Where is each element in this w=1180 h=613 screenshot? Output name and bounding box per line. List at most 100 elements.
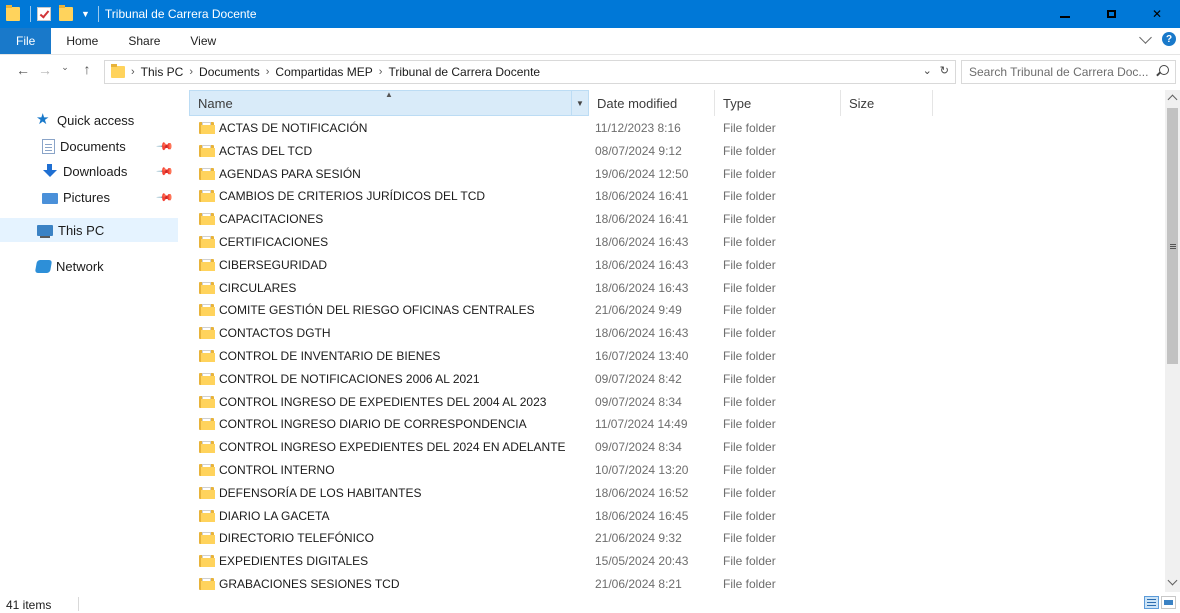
folder-icon [199, 281, 215, 294]
back-arrow-icon[interactable]: ← [12, 62, 34, 78]
file-name: DIRECTORIO TELEFÓNICO [219, 531, 374, 545]
file-row[interactable]: CONTACTOS DGTH 18/06/2024 16:43 File folde… [190, 322, 930, 344]
scrollbar-thumb[interactable] [1167, 108, 1178, 364]
file-row[interactable]: COMITE GESTIÓN DEL RIESGO OFICINAS CENTR… [190, 299, 930, 321]
file-date-modified: 08/07/2024 9:12 [595, 144, 682, 158]
nav-pictures[interactable]: Pictures 📌 [42, 185, 178, 209]
breadcrumb-this-pc[interactable]: This PC [141, 65, 184, 79]
file-row[interactable]: DIARIO LA GACETA 18/06/2024 16:45 File fol… [190, 505, 930, 527]
file-row[interactable]: ACTAS DE NOTIFICACIÓN 11/12/2023 8:16 File… [190, 117, 930, 139]
large-icons-view-icon[interactable] [1161, 596, 1176, 609]
tab-view[interactable]: View [175, 28, 231, 54]
help-icon[interactable]: ? [1162, 32, 1176, 46]
folder-icon [199, 144, 215, 157]
nav-this-pc[interactable]: This PC [0, 218, 178, 242]
tab-home[interactable]: Home [51, 28, 113, 54]
column-filter-dropdown-icon[interactable]: ▼ [571, 91, 588, 115]
file-row[interactable]: CONTROL INGRESO DIARIO DE CORRESPONDENCI… [190, 413, 930, 435]
expand-ribbon-icon[interactable] [1139, 30, 1152, 44]
file-type: File folder [723, 144, 776, 158]
file-row[interactable]: CIRCULARES 18/06/2024 16:43 File folder [190, 277, 930, 299]
file-name: GRABACIONES SESIONES TCD [219, 577, 400, 591]
column-label: Name [198, 95, 233, 111]
file-row[interactable]: CERTIFICACIONES 18/06/2024 16:43 File fold… [190, 231, 930, 253]
sort-ascending-icon: ▲ [385, 90, 393, 99]
vertical-scrollbar[interactable] [1165, 90, 1180, 592]
file-row[interactable]: DEFENSORÍA DE LOS HABITANTES 18/06/2024 1… [190, 482, 930, 504]
file-type: File folder [723, 463, 776, 477]
nav-quick-access[interactable]: ★ Quick access [36, 108, 214, 132]
file-row[interactable]: EXPEDIENTES DIGITALES 15/05/2024 20:43 Fil… [190, 550, 930, 572]
file-row[interactable]: CONTROL INTERNO 10/07/2024 13:20 File fold… [190, 459, 930, 481]
address-dropdown-icon[interactable]: ⌄ [923, 64, 932, 77]
minimize-button[interactable] [1042, 0, 1088, 28]
file-type: File folder [723, 167, 776, 181]
file-row[interactable]: CONTROL DE INVENTARIO DE BIENES 16/07/202… [190, 345, 930, 367]
file-date-modified: 18/06/2024 16:43 [595, 235, 689, 249]
file-row[interactable]: CONTROL INGRESO DE EXPEDIENTES DEL 2004 … [190, 391, 930, 413]
file-row[interactable]: DIRECTORIO TELEFÓNICO 21/06/2024 9:32 File… [190, 527, 930, 549]
column-header-type[interactable]: Type [715, 90, 841, 116]
forward-arrow-icon[interactable]: → [34, 62, 56, 78]
file-row[interactable]: CONTROL INGRESO EXPEDIENTES DEL 2024 EN … [190, 436, 930, 458]
breadcrumb-compartidas-mep[interactable]: Compartidas MEP [275, 65, 372, 79]
file-row[interactable]: CAPACITACIONES 18/06/2024 16:41 File folde… [190, 208, 930, 230]
file-row[interactable]: GRABACIONES SESIONES TCD 21/06/2024 8:21 F… [190, 573, 930, 595]
toolbar-divider [30, 6, 31, 22]
folder-icon [199, 303, 215, 316]
scroll-up-icon[interactable] [1167, 94, 1178, 105]
breadcrumb-current-folder[interactable]: Tribunal de Carrera Docente [388, 65, 540, 79]
file-type: File folder [723, 281, 776, 295]
up-arrow-icon[interactable]: ↑ [76, 61, 98, 77]
item-count: 41 items [6, 598, 52, 612]
refresh-icon[interactable]: ↻ [940, 64, 949, 77]
close-button[interactable]: ✕ [1134, 0, 1180, 28]
nav-documents[interactable]: Documents 📌 [42, 134, 178, 158]
breadcrumb-separator[interactable]: › [131, 66, 135, 78]
recent-locations-icon[interactable]: ⌄ [54, 62, 76, 73]
file-row[interactable]: CAMBIOS DE CRITERIOS JURÍDICOS DEL TCD 18… [190, 185, 930, 207]
file-row[interactable]: ACTAS DEL TCD 08/07/2024 9:12 File folder [190, 140, 930, 162]
network-icon [34, 259, 53, 273]
file-row[interactable]: CONTROL DE NOTIFICACIONES 2006 AL 2021 09… [190, 368, 930, 390]
folder-icon [199, 417, 215, 430]
properties-icon[interactable] [37, 7, 51, 21]
file-date-modified: 18/06/2024 16:41 [595, 189, 689, 203]
tab-file[interactable]: File [0, 28, 52, 54]
restore-button[interactable] [1088, 0, 1134, 28]
breadcrumb-separator[interactable]: › [189, 66, 193, 78]
file-row[interactable]: CIBERSEGURIDAD 18/06/2024 16:43 File folde… [190, 254, 930, 276]
file-date-modified: 11/07/2024 14:49 [595, 417, 688, 431]
folder-icon [199, 577, 215, 590]
column-header-size[interactable]: Size [841, 90, 933, 116]
file-date-modified: 16/07/2024 13:40 [595, 349, 689, 363]
search-icon[interactable] [1159, 65, 1169, 75]
folder-icon [199, 509, 215, 522]
file-date-modified: 18/06/2024 16:45 [595, 509, 689, 523]
address-bar[interactable]: › This PC › Documents › Compartidas MEP … [104, 60, 956, 84]
file-name: COMITE GESTIÓN DEL RIESGO OFICINAS CENTR… [219, 303, 535, 317]
file-name: CONTROL INTERNO [219, 463, 335, 477]
file-type: File folder [723, 554, 776, 568]
star-icon: ★ [36, 111, 50, 128]
status-divider [78, 597, 79, 611]
customize-toolbar-dropdown-icon[interactable]: ▼ [81, 9, 90, 19]
column-header-date[interactable]: Date modified [589, 90, 715, 116]
breadcrumb-separator[interactable]: › [379, 66, 383, 78]
nav-downloads[interactable]: Downloads 📌 [42, 159, 178, 183]
file-type: File folder [723, 258, 776, 272]
breadcrumb-separator[interactable]: › [266, 66, 270, 78]
file-name: ACTAS DE NOTIFICACIÓN [219, 121, 368, 135]
search-input[interactable]: Search Tribunal de Carrera Doc... [961, 60, 1176, 84]
details-view-icon[interactable] [1144, 596, 1159, 609]
column-header-name[interactable]: ▲ Name ▼ [189, 90, 589, 116]
nav-network[interactable]: Network [34, 254, 214, 278]
tab-share[interactable]: Share [113, 28, 175, 54]
scroll-down-icon[interactable] [1167, 575, 1178, 586]
file-name: CONTROL DE INVENTARIO DE BIENES [219, 349, 441, 363]
folder-icon [199, 531, 215, 544]
new-folder-icon[interactable] [59, 5, 73, 21]
file-row[interactable]: AGENDAS PARA SESIÓN 19/06/2024 12:50 File … [190, 163, 930, 185]
file-name: CONTACTOS DGTH [219, 326, 331, 340]
breadcrumb-documents[interactable]: Documents [199, 65, 260, 79]
